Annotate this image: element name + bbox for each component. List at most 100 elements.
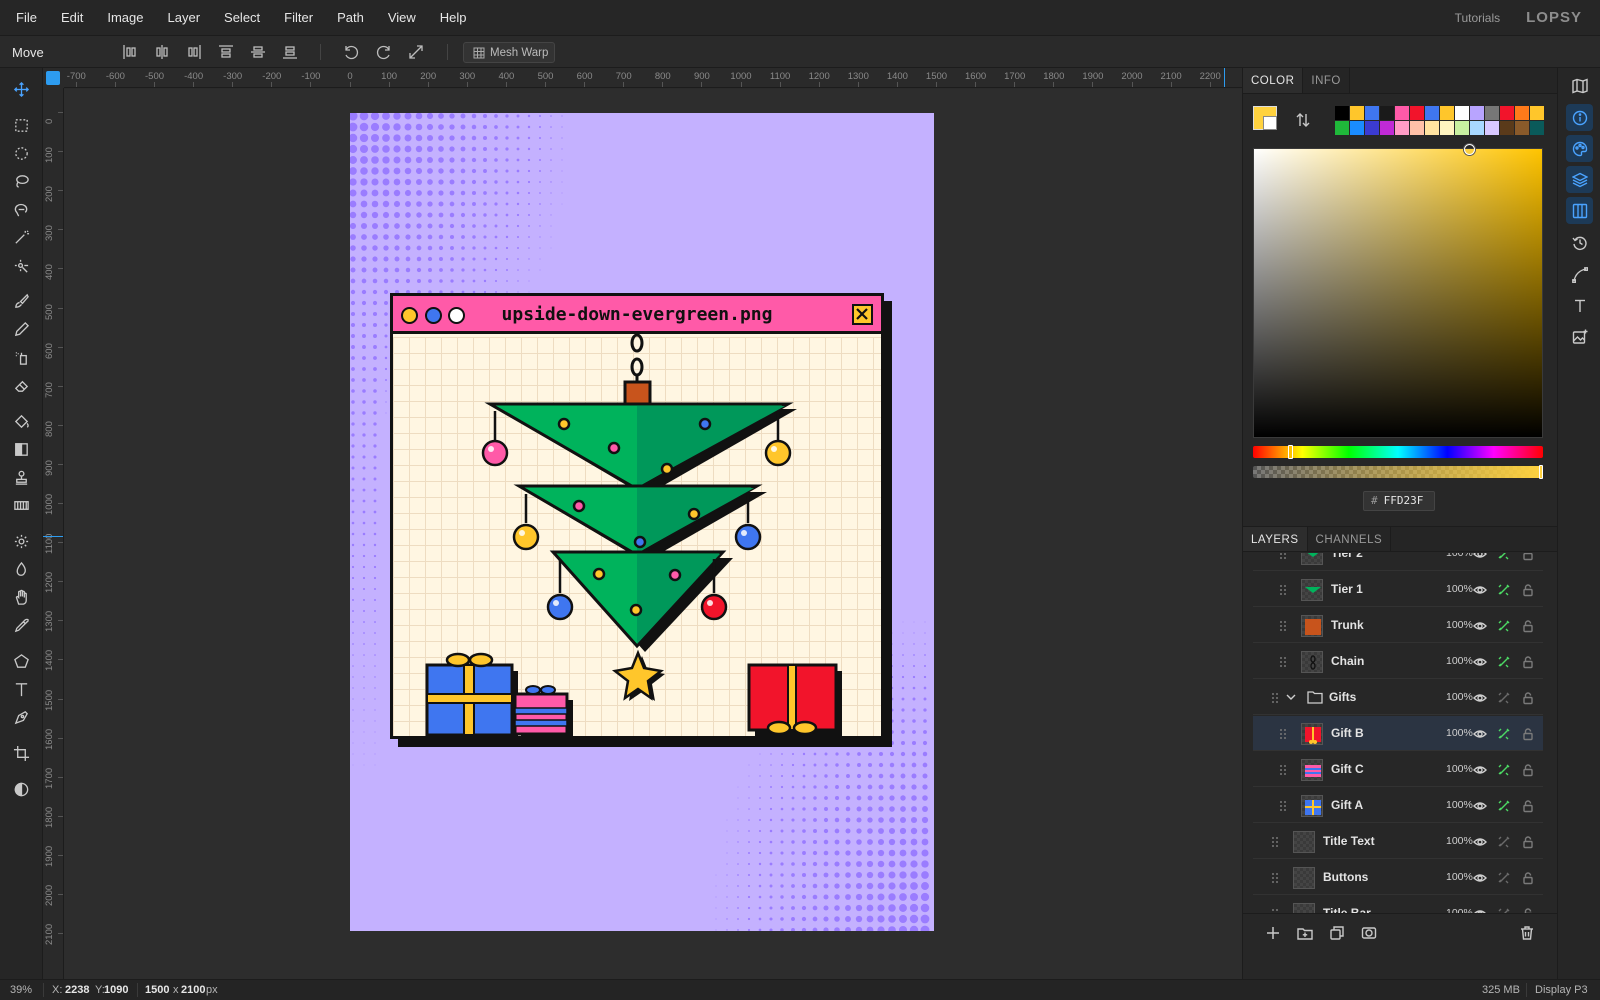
- drag-handle-icon[interactable]: [1271, 872, 1279, 884]
- lock-icon[interactable]: [1521, 871, 1535, 885]
- color-swatch[interactable]: [1350, 106, 1364, 120]
- menu-help[interactable]: Help: [428, 10, 479, 25]
- eye-icon[interactable]: [1473, 619, 1487, 633]
- layer-row[interactable]: Gift C 100%: [1253, 752, 1543, 787]
- layer-opacity[interactable]: 100%: [1446, 655, 1473, 667]
- pencil-icon[interactable]: [8, 316, 35, 343]
- color-swatch[interactable]: [1425, 106, 1439, 120]
- color-swatch[interactable]: [1410, 121, 1424, 135]
- mask-layer-icon[interactable]: [1361, 925, 1377, 944]
- lock-icon[interactable]: [1521, 619, 1535, 633]
- text-tool-icon[interactable]: [8, 676, 35, 703]
- lock-icon[interactable]: [1521, 727, 1535, 741]
- effects-icon[interactable]: [1497, 763, 1511, 777]
- layer-row[interactable]: Title Text 100%: [1253, 824, 1543, 859]
- lock-icon[interactable]: [1521, 835, 1535, 849]
- align-left-icon[interactable]: [120, 42, 140, 62]
- layer-opacity[interactable]: 100%: [1446, 763, 1473, 775]
- drag-handle-icon[interactable]: [1279, 584, 1287, 596]
- crop-icon[interactable]: [8, 740, 35, 767]
- alpha-slider[interactable]: [1253, 465, 1543, 479]
- color-swatch[interactable]: [1365, 106, 1379, 120]
- color-swatch[interactable]: [1365, 121, 1379, 135]
- paths-icon[interactable]: [1566, 261, 1593, 288]
- effects-icon[interactable]: [1497, 727, 1511, 741]
- color-swatch[interactable]: [1470, 106, 1484, 120]
- menu-select[interactable]: Select: [212, 10, 272, 25]
- rect-select-icon[interactable]: [8, 112, 35, 139]
- drag-handle-icon[interactable]: [1279, 800, 1287, 812]
- spray-icon[interactable]: [8, 344, 35, 371]
- drag-handle-icon[interactable]: [1279, 620, 1287, 632]
- duplicate-layer-icon[interactable]: [1329, 925, 1345, 944]
- color-swatch[interactable]: [1380, 121, 1394, 135]
- menu-view[interactable]: View: [376, 10, 428, 25]
- ruler-corner[interactable]: [43, 68, 64, 88]
- layer-row[interactable]: Tier 1 100%: [1253, 572, 1543, 607]
- lock-icon[interactable]: [1521, 583, 1535, 597]
- swap-colors-icon[interactable]: [1295, 112, 1311, 128]
- layer-opacity[interactable]: 100%: [1446, 871, 1473, 883]
- eye-icon[interactable]: [1473, 799, 1487, 813]
- layer-opacity[interactable]: 100%: [1446, 727, 1473, 739]
- rotate-left-icon[interactable]: [341, 42, 361, 62]
- color-swatch[interactable]: [1380, 106, 1394, 120]
- effects-icon[interactable]: [1497, 553, 1511, 561]
- menu-image[interactable]: Image: [95, 10, 155, 25]
- tutorials-link[interactable]: Tutorials: [1455, 11, 1501, 25]
- palette-icon[interactable]: [1566, 135, 1593, 162]
- eye-icon[interactable]: [1473, 655, 1487, 669]
- lock-icon[interactable]: [1521, 799, 1535, 813]
- hue-slider[interactable]: [1253, 445, 1543, 459]
- layer-row[interactable]: Gifts 100%: [1253, 680, 1543, 715]
- eye-icon[interactable]: [1473, 871, 1487, 885]
- tab-color[interactable]: COLOR: [1243, 68, 1304, 93]
- color-swatch[interactable]: [1440, 106, 1454, 120]
- tab-layers[interactable]: LAYERS: [1243, 527, 1308, 551]
- layers-icon[interactable]: [1566, 166, 1593, 193]
- color-swatch[interactable]: [1470, 121, 1484, 135]
- align-center-h-icon[interactable]: [152, 42, 172, 62]
- hue-slider-handle[interactable]: [1288, 445, 1293, 459]
- effects-icon[interactable]: [1497, 691, 1511, 705]
- effects-icon[interactable]: [1497, 799, 1511, 813]
- lock-icon[interactable]: [1521, 691, 1535, 705]
- layer-opacity[interactable]: 100%: [1446, 835, 1473, 847]
- artboard[interactable]: upside-down-evergreen.png: [350, 113, 934, 931]
- tab-channels[interactable]: CHANNELS: [1308, 527, 1392, 551]
- color-swatch[interactable]: [1335, 106, 1349, 120]
- layer-row[interactable]: Trunk 100%: [1253, 608, 1543, 643]
- zoom-level[interactable]: 39%: [10, 984, 32, 996]
- color-swatch[interactable]: [1515, 121, 1529, 135]
- history-icon[interactable]: [1566, 229, 1593, 256]
- chevron-down-icon[interactable]: [1285, 691, 1297, 703]
- eye-icon[interactable]: [1473, 583, 1487, 597]
- eye-icon[interactable]: [1473, 553, 1487, 561]
- color-swatch[interactable]: [1500, 106, 1514, 120]
- pen-tool-icon[interactable]: [8, 704, 35, 731]
- effects-icon[interactable]: [1497, 619, 1511, 633]
- lock-icon[interactable]: [1521, 763, 1535, 777]
- layer-row[interactable]: Title Bar 100%: [1253, 896, 1543, 913]
- eraser-icon[interactable]: [8, 372, 35, 399]
- color-swatch[interactable]: [1335, 121, 1349, 135]
- layer-opacity[interactable]: 100%: [1446, 553, 1473, 559]
- color-swatch[interactable]: [1455, 121, 1469, 135]
- add-group-icon[interactable]: [1297, 925, 1313, 944]
- menu-edit[interactable]: Edit: [49, 10, 95, 25]
- background-color[interactable]: [1263, 116, 1277, 130]
- color-swatch[interactable]: [1530, 121, 1544, 135]
- eyedropper-icon[interactable]: [8, 612, 35, 639]
- quick-select-icon[interactable]: [8, 252, 35, 279]
- color-swatch[interactable]: [1410, 106, 1424, 120]
- menu-filter[interactable]: Filter: [272, 10, 325, 25]
- align-bottom-icon[interactable]: [280, 42, 300, 62]
- vertical-ruler[interactable]: 0 100 200 300 400 500 600 700 800 900 1000 1100 1200…: [43, 88, 64, 979]
- layer-row[interactable]: Gift B 100%: [1253, 716, 1543, 751]
- polygon-icon[interactable]: [8, 648, 35, 675]
- drag-handle-icon[interactable]: [1279, 764, 1287, 776]
- color-swatch[interactable]: [1485, 106, 1499, 120]
- blur-icon[interactable]: [8, 556, 35, 583]
- menu-path[interactable]: Path: [325, 10, 376, 25]
- align-right-icon[interactable]: [184, 42, 204, 62]
